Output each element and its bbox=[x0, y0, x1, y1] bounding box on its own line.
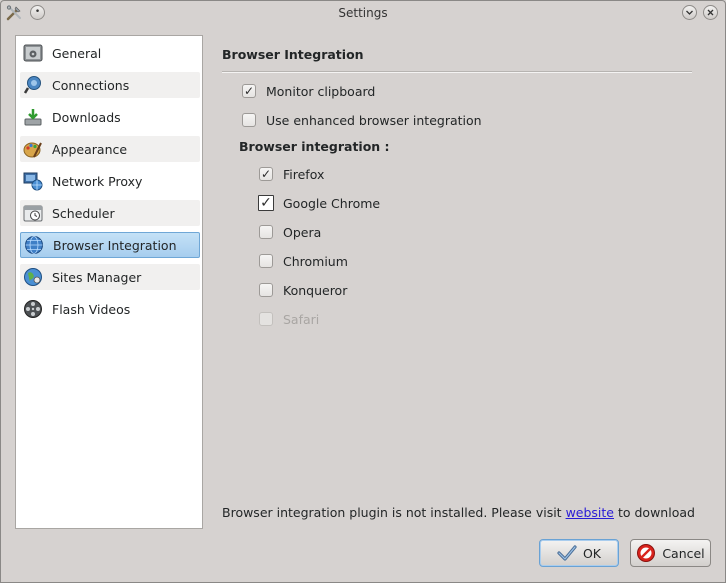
sidebar-item-scheduler[interactable]: Scheduler bbox=[20, 200, 200, 226]
sidebar-item-label: Connections bbox=[52, 77, 130, 93]
sidebar-item-label: Network Proxy bbox=[52, 173, 143, 189]
checkbox-unchecked-icon[interactable] bbox=[242, 113, 256, 127]
title-bar: • Settings bbox=[1, 1, 725, 25]
checkbox-unchecked-icon[interactable] bbox=[259, 225, 273, 239]
cancel-label: Cancel bbox=[662, 545, 705, 561]
sidebar-item-network-proxy[interactable]: Network Proxy bbox=[20, 168, 200, 194]
checkbox-label: Opera bbox=[283, 224, 322, 240]
sidebar-item-flash-videos[interactable]: Flash Videos bbox=[20, 296, 200, 322]
google-chrome-checkbox[interactable]: ✓ Google Chrome bbox=[258, 194, 381, 212]
sidebar-item-downloads[interactable]: Downloads bbox=[20, 104, 200, 130]
checkbox-checked-icon[interactable]: ✓ bbox=[258, 195, 274, 211]
checkbox-checked-icon[interactable]: ✓ bbox=[242, 84, 256, 98]
minimize-button[interactable] bbox=[682, 5, 697, 20]
checkbox-label: Firefox bbox=[283, 166, 325, 182]
section-title: Browser Integration bbox=[222, 47, 364, 62]
konqueror-checkbox[interactable]: Konqueror bbox=[259, 281, 347, 299]
appearance-icon bbox=[22, 138, 44, 160]
general-icon bbox=[22, 42, 44, 64]
browsers-subtitle: Browser integration : bbox=[239, 139, 390, 154]
downloads-icon bbox=[22, 106, 44, 128]
sidebar-item-general[interactable]: General bbox=[20, 40, 200, 66]
checkmark-icon bbox=[557, 543, 577, 563]
checkbox-label: Konqueror bbox=[283, 282, 348, 298]
ok-button[interactable]: OK bbox=[539, 539, 619, 567]
checkbox-label: Use enhanced browser integration bbox=[266, 112, 482, 128]
plugin-status-message: Browser integration plugin is not instal… bbox=[222, 505, 695, 520]
enhanced-integration-checkbox[interactable]: Use enhanced browser integration bbox=[242, 111, 482, 129]
safari-checkbox: Safari bbox=[259, 310, 319, 328]
status-text-suffix: to download bbox=[614, 505, 695, 520]
scheduler-icon bbox=[22, 202, 44, 224]
close-icon bbox=[707, 9, 714, 16]
checkbox-label: Monitor clipboard bbox=[266, 83, 376, 99]
ok-label: OK bbox=[582, 545, 602, 561]
checkbox-label: Chromium bbox=[283, 253, 348, 269]
settings-sidebar: General Connections Downloads Appearance… bbox=[15, 35, 203, 529]
sidebar-item-connections[interactable]: Connections bbox=[20, 72, 200, 98]
opera-checkbox[interactable]: Opera bbox=[259, 223, 321, 241]
status-text: Browser integration plugin is not instal… bbox=[222, 505, 566, 520]
checkbox-checked-icon[interactable]: ✓ bbox=[259, 167, 273, 181]
sidebar-item-label: Browser Integration bbox=[53, 237, 177, 253]
window-title: Settings bbox=[338, 6, 388, 20]
sidebar-item-sites-manager[interactable]: Sites Manager bbox=[20, 264, 200, 290]
sidebar-item-label: General bbox=[52, 45, 102, 61]
flash-videos-icon bbox=[22, 298, 44, 320]
sidebar-item-browser-integration[interactable]: Browser Integration bbox=[20, 232, 200, 258]
sidebar-item-appearance[interactable]: Appearance bbox=[20, 136, 200, 162]
cancel-icon bbox=[636, 543, 656, 563]
chromium-checkbox[interactable]: Chromium bbox=[259, 252, 348, 270]
website-link[interactable]: website bbox=[566, 505, 614, 520]
sidebar-item-label: Downloads bbox=[52, 109, 121, 125]
sites-manager-icon bbox=[22, 266, 44, 288]
chevron-down-icon bbox=[686, 10, 693, 15]
sidebar-item-label: Sites Manager bbox=[52, 269, 142, 285]
connections-icon bbox=[22, 74, 44, 96]
monitor-clipboard-checkbox[interactable]: ✓ Monitor clipboard bbox=[242, 82, 375, 100]
sidebar-item-label: Flash Videos bbox=[52, 301, 131, 317]
sidebar-item-label: Scheduler bbox=[52, 205, 115, 221]
sidebar-item-label: Appearance bbox=[52, 141, 128, 157]
checkbox-unchecked-icon[interactable] bbox=[259, 283, 273, 297]
section-divider bbox=[222, 71, 692, 73]
network-proxy-icon bbox=[22, 170, 44, 192]
checkbox-label: Google Chrome bbox=[283, 195, 381, 211]
settings-window: • Settings General Connections Downloads… bbox=[0, 0, 726, 583]
close-button[interactable] bbox=[703, 5, 718, 20]
checkbox-unchecked-icon[interactable] bbox=[259, 254, 273, 268]
browser-integration-icon bbox=[23, 234, 45, 256]
firefox-checkbox[interactable]: ✓ Firefox bbox=[259, 165, 324, 183]
checkbox-label: Safari bbox=[283, 311, 320, 327]
cancel-button[interactable]: Cancel bbox=[630, 539, 711, 567]
checkbox-disabled-icon bbox=[259, 312, 273, 326]
